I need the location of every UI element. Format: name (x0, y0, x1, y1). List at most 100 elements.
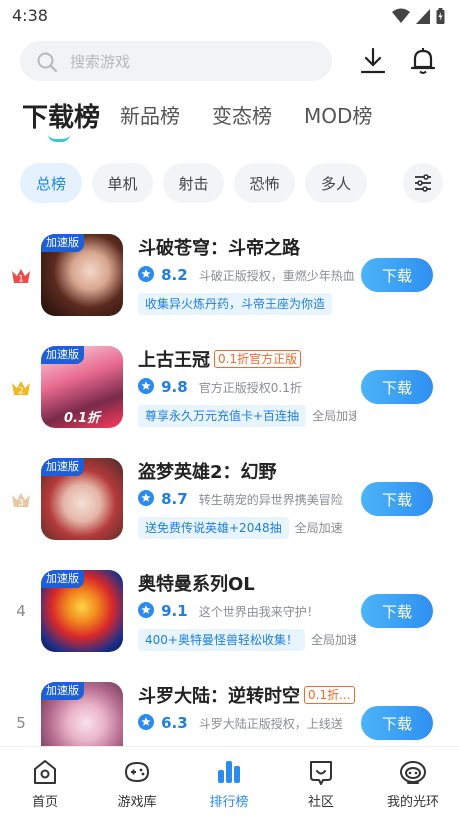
game-name-line: 奥特曼系列OL (138, 570, 363, 594)
game-score: 9.1 (161, 602, 188, 620)
game-promo-line: 收集异火炼丹药，斗帝王座为你造 (138, 293, 356, 315)
game-promo-line: 尊享永久万元充值卡+百连抽 全局加速 (138, 405, 356, 427)
nav-item-ranking[interactable]: 排行榜 (184, 757, 274, 810)
rank-number: 2 (18, 387, 24, 397)
game-meta: 8.2 斗破正版授权，重燃少年热血 (138, 265, 356, 285)
filter-button[interactable] (403, 163, 443, 203)
battery-icon (436, 8, 445, 24)
ranking-tabs: 下载榜 新品榜 变态榜 MOD榜 (22, 100, 442, 144)
nav-item-game-library[interactable]: 游戏库 (92, 757, 182, 810)
game-promo-line: 送免费传说英雄+2048抽 全局加速 (138, 517, 356, 539)
tab-download-rank[interactable]: 下载榜 (22, 97, 100, 134)
game-meta: 8.7 转生萌宠的异世界携美冒险 (138, 489, 356, 509)
nav-label: 我的光环 (386, 795, 439, 810)
game-score: 8.7 (161, 490, 188, 508)
rank-number: 3 (18, 499, 24, 509)
nav-item-home[interactable]: 首页 (0, 757, 90, 810)
accelerated-badge: 加速版 (41, 346, 84, 364)
game-name-line: 盗梦英雄2：幻野 (138, 458, 363, 482)
promo-tag: 收集异火炼丹药，斗帝王座为你造 (138, 293, 333, 315)
star-icon (138, 378, 154, 394)
game-icon[interactable]: 加速版 (41, 458, 123, 540)
official-tag: 0.1折... (304, 686, 355, 704)
game-meta: 9.1 这个世界由我来守护！ (138, 601, 356, 621)
nav-label: 游戏库 (117, 795, 157, 810)
game-score: 6.3 (161, 714, 188, 732)
nav-label: 社区 (307, 795, 334, 810)
status-icons (392, 8, 445, 24)
ranking-icon (218, 761, 240, 783)
chip-all[interactable]: 总榜 (20, 163, 82, 203)
star-icon (138, 266, 154, 282)
download-button[interactable]: 下载 (361, 258, 433, 292)
game-icon[interactable]: 加速版 (41, 570, 123, 652)
tab-active-indicator (48, 134, 70, 142)
game-row[interactable]: 4 加速版 奥特曼系列OL 9.1 这个世界由我来守护！ 400+奥特曼怪兽轻松… (0, 558, 459, 670)
game-row[interactable]: 2 加速版 0.1折 上古王冠 0.1折官方正版 9.8 官方正版授权0.1折 尊… (0, 334, 459, 446)
game-meta: 9.8 官方正版授权0.1折 (138, 377, 356, 397)
bronze-crown-icon: 3 (12, 493, 30, 509)
official-tag: 0.1折官方正版 (214, 350, 302, 368)
home-icon (34, 760, 56, 784)
search-input[interactable]: 搜索游戏 (70, 51, 130, 72)
game-description: 这个世界由我来守护！ (198, 605, 319, 619)
download-button[interactable]: 下载 (361, 706, 433, 740)
star-icon (138, 714, 154, 730)
status-time: 4:38 (12, 6, 48, 25)
download-button[interactable]: 下载 (361, 482, 433, 516)
nav-label: 排行榜 (209, 795, 249, 810)
game-description: 斗破正版授权，重燃少年热血 (198, 269, 355, 283)
discount-caption: 0.1折 (63, 411, 101, 426)
promo-extra: 全局加速 (312, 409, 356, 423)
chip-horror[interactable]: 恐怖 (234, 163, 295, 203)
game-name: 斗破苍穹：斗帝之路 (138, 238, 300, 258)
chip-multiplayer[interactable]: 多人 (305, 163, 367, 203)
rank-number: 1 (18, 275, 24, 285)
rank-number: 4 (16, 602, 26, 620)
game-row[interactable]: 1 加速版 斗破苍穹：斗帝之路 8.2 斗破正版授权，重燃少年热血 收集异火炼丹… (0, 222, 459, 334)
filter-icon (415, 174, 431, 192)
tab-mod-rank[interactable]: MOD榜 (304, 100, 372, 129)
promo-tag: 送免费传说英雄+2048抽 (138, 517, 289, 539)
accelerated-badge: 加速版 (41, 458, 84, 476)
silver-crown-icon: 2 (12, 381, 30, 397)
promo-tag: 400+奥特曼怪兽轻松收集！ (138, 629, 305, 651)
game-name-line: 斗破苍穹：斗帝之路 (138, 234, 363, 258)
download-button[interactable]: 下载 (361, 594, 433, 628)
star-icon (138, 602, 154, 618)
game-name: 盗梦英雄2：幻野 (138, 462, 277, 482)
game-name: 斗罗大陆：逆转时空 (138, 686, 300, 706)
wifi-icon (392, 8, 410, 23)
game-name-line: 上古王冠 0.1折官方正版 (138, 346, 363, 370)
accelerated-badge: 加速版 (41, 570, 84, 588)
game-icon[interactable]: 加速版 (41, 234, 123, 316)
chip-shooter[interactable]: 射击 (163, 163, 224, 203)
gold-crown-icon: 1 (12, 269, 30, 285)
bell-icon[interactable] (410, 47, 436, 75)
status-bar: 4:38 (0, 0, 459, 32)
game-description: 官方正版授权0.1折 (198, 381, 302, 395)
game-name-line: 斗罗大陆：逆转时空 0.1折... (138, 682, 363, 706)
nav-item-community[interactable]: 社区 (276, 757, 366, 810)
community-icon (310, 761, 332, 785)
promo-extra: 全局加速 (294, 521, 343, 535)
download-icon[interactable] (360, 47, 386, 75)
search-icon (37, 52, 58, 73)
game-score: 8.2 (161, 266, 188, 284)
accelerated-badge: 加速版 (41, 234, 84, 252)
nav-item-profile[interactable]: 我的光环 (368, 757, 458, 810)
game-icon[interactable]: 加速版 0.1折 (41, 346, 123, 428)
tab-new-rank[interactable]: 新品榜 (120, 100, 180, 129)
promo-extra: 全局加速 (310, 633, 356, 647)
promo-tag: 尊享永久万元充值卡+百连抽 (138, 405, 307, 427)
star-icon (138, 490, 154, 506)
game-row[interactable]: 3 加速版 盗梦英雄2：幻野 8.7 转生萌宠的异世界携美冒险 送免费传说英雄+… (0, 446, 459, 558)
download-button[interactable]: 下载 (361, 370, 433, 404)
game-name: 上古王冠 (138, 350, 210, 370)
tab-bt-rank[interactable]: 变态榜 (212, 100, 272, 129)
nav-label: 首页 (31, 795, 58, 810)
chip-single-player[interactable]: 单机 (92, 163, 153, 203)
search-box[interactable]: 搜索游戏 (20, 41, 332, 81)
gamepad-icon (124, 761, 150, 783)
game-promo-line: 400+奥特曼怪兽轻松收集！ 全局加速 (138, 629, 356, 651)
